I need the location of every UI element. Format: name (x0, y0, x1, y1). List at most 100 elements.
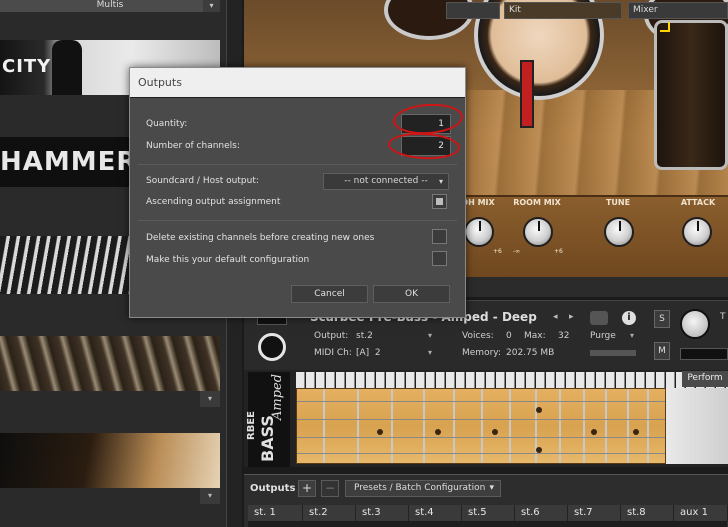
fret-marker (536, 407, 542, 413)
midi-dropdown-icon[interactable]: ▾ (428, 348, 432, 357)
output-channel-st4[interactable]: st.4 (409, 505, 462, 521)
midi-label: MIDI Ch: (314, 348, 352, 358)
remove-output-button[interactable]: − (321, 480, 339, 497)
fret-marker (591, 429, 597, 435)
output-channel-st2[interactable]: st.2 (303, 505, 356, 521)
output-channel-st7[interactable]: st.7 (568, 505, 621, 521)
output-channel-st5[interactable]: st.5 (462, 505, 515, 521)
ok-button[interactable]: OK (373, 285, 450, 303)
default-config-label: Make this your default configuration (146, 255, 310, 265)
solo-button[interactable]: S (654, 310, 670, 328)
mute-button[interactable]: M (654, 342, 670, 360)
string (297, 453, 665, 454)
room-mix-max: +6 (554, 248, 563, 255)
attack-knob[interactable] (682, 217, 712, 247)
output-channel-st3[interactable]: st.3 (356, 505, 409, 521)
chevron-down-icon: ▾ (438, 177, 443, 186)
memory-label: Memory: (462, 348, 501, 358)
perform-tab[interactable]: Perform (682, 371, 728, 387)
camera-icon[interactable] (590, 311, 608, 325)
ascending-label: Ascending output assignment (146, 197, 281, 207)
fret-marker (536, 447, 542, 453)
kick-pedal (520, 60, 534, 128)
voices-label: Voices: (462, 331, 494, 341)
channel-strip-area (248, 521, 728, 527)
resize-corner-icon (660, 22, 670, 32)
multis-dropdown-icon[interactable]: ▾ (203, 0, 220, 12)
fret-marker (492, 429, 498, 435)
quantity-label: Quantity: (146, 119, 188, 129)
max-label: Max: (524, 331, 546, 341)
city-logo: CITY (2, 56, 52, 77)
bass-body (666, 388, 728, 464)
channels-label: Number of channels: (146, 141, 240, 151)
next-instrument-icon[interactable]: ▸ (569, 312, 574, 322)
chevron-down-icon: ▾ (489, 483, 494, 493)
output-channel-st8[interactable]: st.8 (621, 505, 674, 521)
fret-marker (377, 429, 383, 435)
fret-marker (435, 429, 441, 435)
ascending-checkbox[interactable] (432, 194, 447, 209)
divider (138, 220, 457, 221)
soundcard-select[interactable]: -- not connected -- ▾ (323, 173, 449, 190)
output-label: Output: (314, 331, 349, 341)
room-mix-label: ROOM MIX (513, 198, 561, 207)
tab-kit[interactable]: Kit (504, 2, 622, 19)
tune-label: TUNE (605, 198, 631, 207)
soundcard-value: -- not connected -- (344, 176, 428, 186)
output-channel-st6[interactable]: st.6 (515, 505, 568, 521)
soundcard-label: Soundcard / Host output: (146, 176, 259, 186)
tune-knob-small[interactable] (680, 309, 710, 339)
tab-blank[interactable] (446, 2, 500, 19)
room-mix-min: -∞ (513, 248, 521, 255)
oh-mix-max: +6 (493, 248, 502, 255)
output-channel-st1[interactable]: st. 1 (248, 505, 303, 521)
tune-knob[interactable] (604, 217, 634, 247)
output-dropdown-icon[interactable]: ▾ (428, 331, 432, 340)
midi-value[interactable]: [A] 2 (356, 348, 381, 358)
max-value[interactable]: 32 (558, 331, 569, 341)
library-banner-hammers-closeup[interactable] (0, 336, 220, 391)
voices-value: 0 (506, 331, 512, 341)
fret-marker (633, 429, 639, 435)
dialog-title: Outputs (130, 68, 465, 97)
string (297, 401, 665, 402)
library-dropdown-icon-2[interactable]: ▾ (200, 391, 220, 407)
power-icon[interactable] (258, 333, 286, 361)
oh-mix-knob[interactable] (464, 217, 494, 247)
output-value[interactable]: st.2 (356, 331, 373, 341)
add-output-button[interactable]: + (298, 480, 316, 497)
delete-channels-checkbox[interactable] (432, 229, 447, 244)
bass-script: Amped (270, 373, 285, 420)
delete-channels-label: Delete existing channels before creating… (146, 233, 375, 243)
attack-label: ATTACK (680, 198, 716, 207)
divider (138, 164, 457, 165)
string (297, 437, 665, 438)
keyboard-strip (296, 372, 728, 388)
info-icon[interactable]: i (622, 311, 636, 325)
prev-instrument-icon[interactable]: ◂ (553, 312, 558, 322)
banner-figure (52, 40, 82, 95)
bass-brand: RBEE (246, 411, 257, 440)
string (297, 419, 665, 420)
level-meter (590, 350, 636, 356)
cancel-button[interactable]: Cancel (291, 285, 368, 303)
library-dropdown-icon-3[interactable]: ▾ (200, 488, 220, 504)
memory-value: 202.75 MB (506, 348, 555, 358)
output-channel-aux1[interactable]: aux 1 (674, 505, 728, 521)
bass-logo: BASS (258, 415, 277, 462)
presets-batch-label: Presets / Batch Configuration (354, 483, 486, 493)
default-config-checkbox[interactable] (432, 251, 447, 266)
purge-dropdown-icon[interactable]: ▾ (630, 331, 634, 340)
tune-short-label: T (720, 312, 726, 322)
room-mix-knob[interactable] (523, 217, 553, 247)
multis-header[interactable]: Multis (0, 0, 220, 12)
fretboard[interactable] (296, 388, 666, 464)
presets-batch-dropdown[interactable]: Presets / Batch Configuration ▾ (345, 480, 501, 497)
floor-tom (654, 20, 728, 170)
tab-mixer[interactable]: Mixer (628, 2, 728, 19)
library-banner-guitar[interactable] (0, 433, 220, 488)
outputs-panel-title: Outputs (250, 483, 296, 494)
pan-slider[interactable] (680, 348, 728, 360)
purge-button[interactable]: Purge (590, 331, 616, 341)
